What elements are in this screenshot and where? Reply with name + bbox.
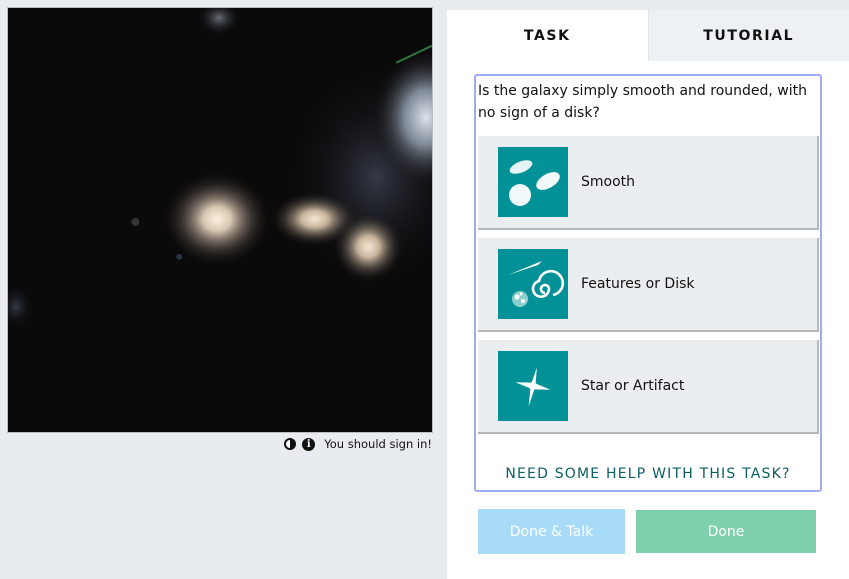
smooth-galaxy-icon (498, 147, 568, 217)
answer-star-button[interactable]: Star or Artifact (478, 340, 819, 434)
help-link[interactable]: NEED SOME HELP WITH THIS TASK? (476, 466, 820, 482)
task-panel: TASK TUTORIAL Is the galaxy simply smoot… (447, 10, 849, 579)
contrast-icon[interactable] (284, 438, 297, 450)
sign-in-notice: You should sign in! (324, 437, 432, 451)
task-area: Is the galaxy simply smooth and rounded,… (474, 74, 822, 492)
answer-list: Smooth Features or Disk Star or Artifact (476, 136, 820, 434)
answer-features-button[interactable]: Features or Disk (478, 238, 819, 332)
viewer-toolbar: i You should sign in! (7, 436, 433, 452)
features-disk-icon (498, 249, 568, 319)
tab-tutorial[interactable]: TUTORIAL (647, 10, 849, 61)
task-question: Is the galaxy simply smooth and rounded,… (478, 83, 807, 121)
answer-label: Star or Artifact (581, 378, 685, 394)
answer-label: Features or Disk (581, 276, 695, 292)
done-button[interactable]: Done (636, 510, 816, 553)
answer-smooth-button[interactable]: Smooth (478, 136, 819, 230)
panel-tabs: TASK TUTORIAL (447, 10, 849, 61)
galaxy-image (8, 8, 432, 432)
subject-image[interactable] (7, 7, 433, 433)
info-icon[interactable]: i (302, 437, 316, 451)
answer-label: Smooth (581, 174, 636, 190)
tab-task[interactable]: TASK (447, 10, 648, 61)
star-artifact-icon (498, 351, 568, 421)
done-and-talk-button[interactable]: Done & Talk (478, 509, 625, 554)
